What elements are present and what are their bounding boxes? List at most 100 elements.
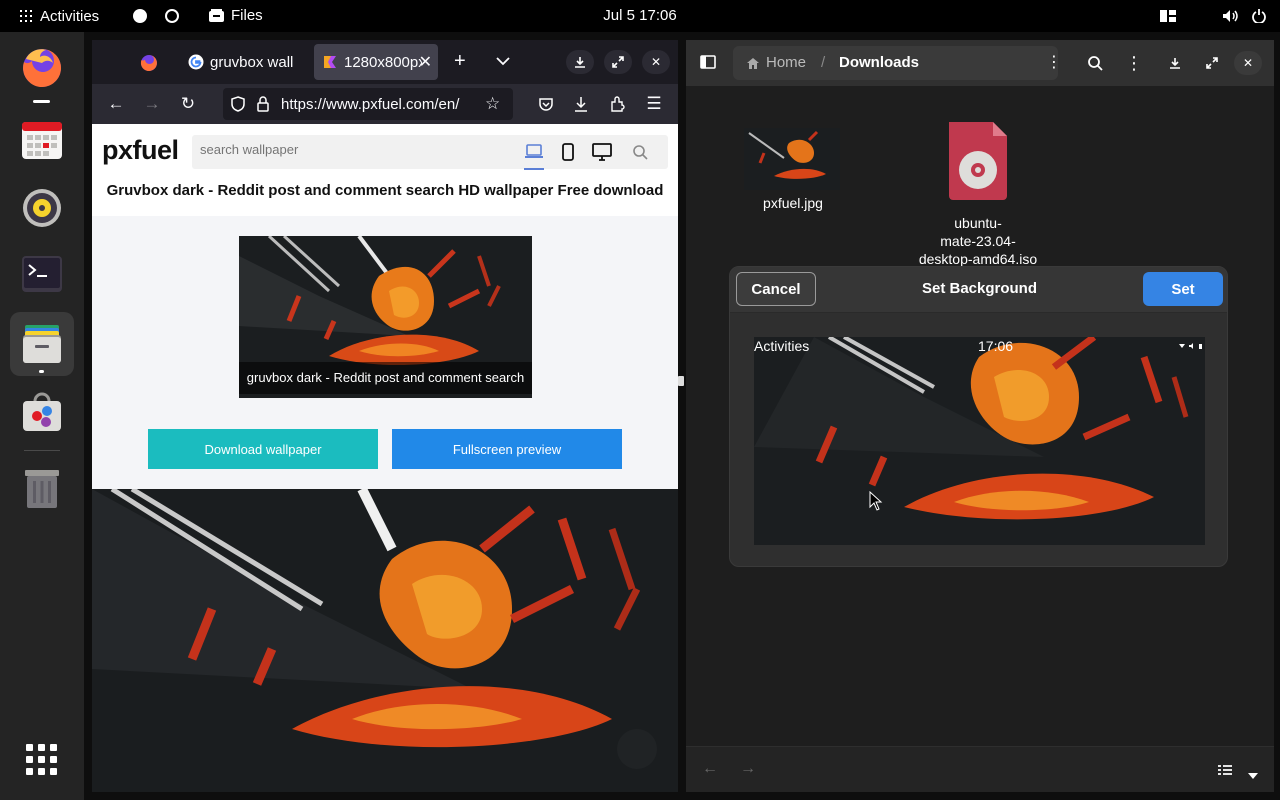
maximize-icon[interactable]	[1198, 51, 1226, 75]
downloads-icon[interactable]	[571, 94, 591, 114]
wallpaper-preview-large	[92, 489, 678, 792]
tab-gruvbox[interactable]: gruvbox wallp	[180, 44, 302, 80]
app-menu[interactable]: Files	[208, 7, 263, 24]
wallpaper-thumbnail[interactable]: gruvbox dark - Reddit post and comment s…	[239, 236, 532, 398]
view-list-icon[interactable]	[1218, 763, 1232, 781]
pxfuel-favicon-icon	[324, 56, 336, 68]
desktop-monitor-icon[interactable]	[592, 143, 612, 166]
main-menu-icon[interactable]: ⋮	[1124, 53, 1144, 73]
calendar-icon	[22, 122, 62, 159]
search-input[interactable]	[200, 142, 500, 157]
files-footer: ← →	[686, 746, 1274, 792]
files-app-icon	[209, 9, 224, 22]
dock-trash[interactable]	[14, 460, 70, 516]
set-button[interactable]: Set	[1143, 272, 1223, 306]
rhythmbox-icon	[23, 189, 61, 227]
dock-app-grid[interactable]	[14, 732, 70, 788]
window-close-icon[interactable]: ✕	[642, 50, 670, 74]
forward-arrow-icon[interactable]: →	[740, 760, 756, 778]
extensions-icon[interactable]	[608, 94, 628, 114]
downloads-icon[interactable]	[1161, 51, 1189, 75]
preview-status-icons	[1179, 343, 1202, 349]
dock-separator	[24, 450, 60, 451]
clock[interactable]: Jul 5 17:06	[603, 7, 676, 24]
tab-label: gruvbox wallp	[210, 53, 294, 71]
workspace-indicator-active[interactable]	[133, 9, 147, 23]
downloads-window-icon[interactable]	[566, 50, 594, 74]
dock-terminal[interactable]	[14, 246, 70, 302]
pocket-icon[interactable]	[536, 94, 556, 114]
dock-firefox[interactable]	[14, 40, 70, 96]
url-bar[interactable]: https://www.pxfuel.com/en/ ☆	[223, 88, 513, 120]
terminal-icon	[22, 256, 62, 292]
tab-close-icon[interactable]: ✕	[419, 52, 432, 72]
search-icon[interactable]	[632, 144, 648, 165]
web-page: pxfuel Gruvbox dark - Reddit post and co…	[92, 124, 678, 489]
power-icon[interactable]	[1252, 9, 1266, 23]
volume-icon[interactable]	[1222, 9, 1238, 23]
dock-rhythmbox[interactable]	[14, 180, 70, 236]
download-wallpaper-button[interactable]: Download wallpaper	[148, 429, 378, 469]
wallpaper-image-large	[92, 489, 678, 792]
workspace-indicator[interactable]	[165, 9, 179, 23]
set-background-dialog: Cancel Set Background Set Activities 17:…	[729, 266, 1228, 567]
tile-resize-handle[interactable]	[678, 376, 684, 386]
google-icon	[188, 54, 204, 70]
breadcrumb-downloads[interactable]: Downloads	[839, 54, 919, 71]
reload-icon[interactable]: ↻	[178, 94, 198, 114]
files-icon	[23, 325, 61, 363]
firefox-view-tab[interactable]	[140, 54, 158, 72]
tab-label: 1280x800px	[344, 53, 422, 71]
breadcrumb-menu-icon[interactable]: ⋮	[1046, 52, 1062, 72]
home-icon	[747, 58, 759, 69]
running-indicator	[39, 370, 44, 373]
file-name: ubuntu- mate-23.04- desktop-amd64.iso	[918, 215, 1038, 267]
page-title: Gruvbox dark - Reddit post and comment s…	[106, 182, 664, 199]
top-bar: Activities Files Jul 5 17:06	[0, 0, 1280, 32]
breadcrumb-home[interactable]: Home	[766, 54, 806, 71]
firefox-view-icon	[140, 55, 157, 71]
tab-wallpaper-active[interactable]: 1280x800px ✕	[314, 44, 438, 80]
thumbnail-caption: gruvbox dark - Reddit post and comment s…	[239, 362, 532, 394]
bookmark-star-icon[interactable]: ☆	[485, 94, 500, 114]
back-arrow-icon[interactable]: ←	[702, 760, 718, 778]
close-icon[interactable]: ✕	[1234, 51, 1262, 75]
wallpaper-image-preview	[754, 337, 1205, 545]
shield-icon	[231, 96, 245, 112]
site-search	[192, 135, 668, 170]
app-grid-icon	[26, 744, 57, 775]
fullscreen-preview-button[interactable]: Fullscreen preview	[392, 429, 622, 469]
view-options-chevron-down-icon[interactable]	[1248, 766, 1258, 784]
breadcrumb: Home / Downloads ⋮	[733, 46, 1062, 80]
back-arrow-icon[interactable]: ←	[106, 94, 126, 114]
preview-clock: 17:06	[978, 338, 1014, 354]
url-text: https://www.pxfuel.com/en/	[281, 95, 460, 113]
site-logo[interactable]: pxfuel	[102, 135, 179, 166]
file-item-pxfuel[interactable]: pxfuel.jpg	[726, 106, 860, 211]
image-thumbnail	[744, 128, 840, 190]
sidebar-toggle-icon[interactable]	[700, 55, 716, 74]
breadcrumb-separator: /	[821, 54, 826, 71]
activities-grid-icon	[20, 10, 32, 22]
preview-activities: Activities	[754, 338, 810, 354]
dock-software[interactable]	[14, 384, 70, 440]
maximize-icon[interactable]	[604, 50, 632, 74]
tab-list-chevron-down-icon[interactable]	[496, 53, 510, 67]
running-indicator	[33, 100, 50, 103]
activities-button[interactable]: Activities	[40, 8, 99, 25]
navigation-toolbar: ← → ↻ https://www.pxfuel.com/en/ ☆ ☰	[92, 84, 678, 124]
forward-arrow-icon[interactable]: →	[142, 94, 162, 114]
dock-files[interactable]	[14, 316, 70, 372]
lock-icon	[257, 96, 269, 112]
laptop-icon[interactable]	[524, 143, 544, 170]
app-name: Files	[231, 7, 263, 24]
hamburger-menu-icon[interactable]: ☰	[644, 94, 664, 114]
trash-icon	[25, 470, 59, 508]
search-icon[interactable]	[1085, 53, 1105, 73]
phone-icon[interactable]	[562, 143, 574, 166]
site-header: pxfuel Gruvbox dark - Reddit post and co…	[92, 124, 678, 216]
new-tab-button[interactable]: +	[454, 51, 466, 71]
dock-calendar[interactable]	[14, 112, 70, 168]
disc-image-icon	[949, 122, 1007, 200]
window-layout-icon[interactable]	[1160, 10, 1176, 22]
